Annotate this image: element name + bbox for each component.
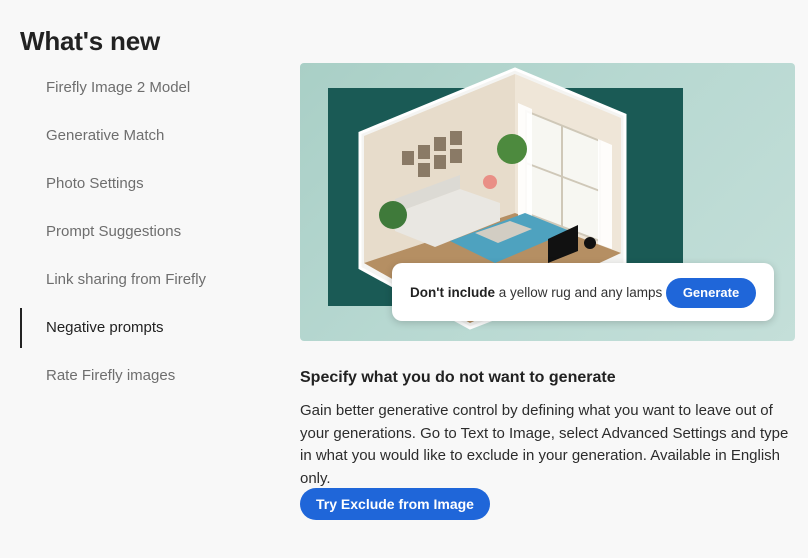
prompt-rest-text: a yellow rug and any lamps — [494, 284, 663, 300]
nav-item-rate-firefly-images[interactable]: Rate Firefly images — [20, 352, 270, 400]
nav-item-prompt-suggestions[interactable]: Prompt Suggestions — [20, 208, 270, 256]
prompt-card: Don't include a yellow rug and any lamps… — [392, 263, 774, 321]
section-body: Gain better generative control by defini… — [300, 402, 789, 487]
nav-item-negative-prompts[interactable]: Negative prompts — [20, 304, 270, 352]
hero-image: Don't include a yellow rug and any lamps… — [300, 63, 795, 341]
section-title: Specify what you do not want to generate — [300, 369, 616, 386]
nav-item-photo-settings[interactable]: Photo Settings — [20, 160, 270, 208]
try-exclude-button[interactable]: Try Exclude from Image — [300, 488, 490, 520]
prompt-bold-text: Don't include — [410, 284, 495, 300]
whats-new-nav: Firefly Image 2 Model Generative Match P… — [20, 64, 270, 400]
nav-item-generative-match[interactable]: Generative Match — [20, 112, 270, 160]
generate-button[interactable]: Generate — [666, 278, 756, 308]
nav-item-firefly-image-2-model[interactable]: Firefly Image 2 Model — [20, 64, 270, 112]
prompt-text: Don't include a yellow rug and any lamps — [410, 285, 662, 300]
nav-item-link-sharing[interactable]: Link sharing from Firefly — [20, 256, 270, 304]
page-title: What's new — [20, 26, 160, 56]
